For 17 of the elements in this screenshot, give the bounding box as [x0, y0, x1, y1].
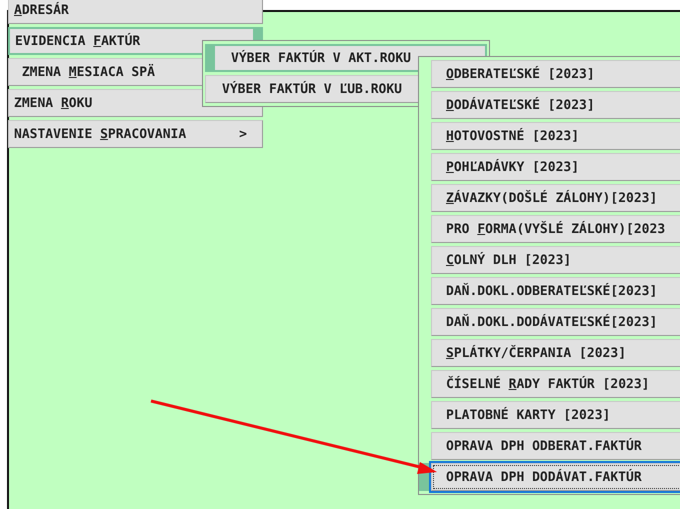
menu-item[interactable]: SPLÁTKY/ČERPANIA [2023]	[431, 339, 680, 367]
menu-item[interactable]: HOTOVOSTNÉ [2023]	[431, 122, 680, 150]
menu-item[interactable]: ČÍSELNÉ RADY FAKTÚR [2023]	[431, 370, 680, 398]
menu-item[interactable]: DAŇ.DOKL.ODBERATEĽSKÉ[2023]	[431, 277, 680, 305]
menu-item[interactable]: OPRAVA DPH DODÁVAT.FAKTÚR	[431, 463, 680, 491]
menu-item[interactable]: ADRESÁR	[8, 0, 263, 24]
menu-item[interactable]: DODÁVATEĽSKÉ [2023]	[431, 91, 680, 119]
menu-item[interactable]: COLNÝ DLH [2023]	[431, 246, 680, 274]
submenu-arrow: >	[239, 126, 247, 142]
menu-item[interactable]: OPRAVA DPH ODBERAT.FAKTÚR	[431, 432, 680, 460]
menu-item[interactable]: ZÁVAZKY(DOŠLÉ ZÁLOHY)[2023]	[431, 184, 680, 212]
menu-item[interactable]: NASTAVENIE SPRACOVANIA >	[8, 120, 263, 148]
menu-item[interactable]: PLATOBNÉ KARTY [2023]	[431, 401, 680, 429]
menu-item[interactable]: PRO FORMA(VYŠLÉ ZÁLOHY)[2023	[431, 215, 680, 243]
menu-item[interactable]: ODBERATEĽSKÉ [2023]	[431, 60, 680, 88]
menu-item[interactable]: DAŇ.DOKL.DODÁVATEĽSKÉ[2023]	[431, 308, 680, 336]
menu-item[interactable]: POHĽADÁVKY [2023]	[431, 153, 680, 181]
